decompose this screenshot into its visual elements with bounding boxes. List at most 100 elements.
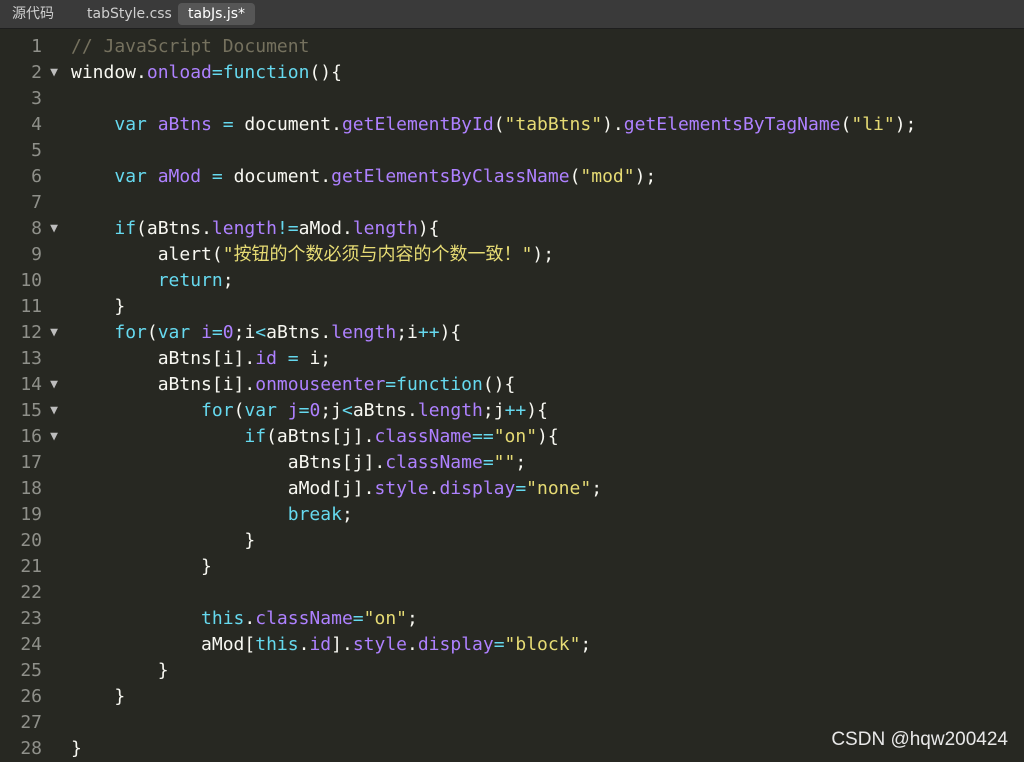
code-token-plain (71, 218, 114, 239)
code-token-keyword: for (201, 400, 234, 421)
code-line[interactable]: 25 } (0, 658, 1024, 684)
code-line[interactable]: 6 var aMod = document.getElementsByClass… (0, 164, 1024, 190)
code-line[interactable]: 14▼ aBtns[i].onmouseenter=function(){ (0, 372, 1024, 398)
line-number: 23 (0, 606, 42, 632)
code-token-keyword: var (158, 322, 191, 343)
code-token-plain: ; (591, 478, 602, 499)
code-text: } (71, 294, 125, 320)
code-token-string: " (223, 244, 234, 265)
code-line[interactable]: 3 (0, 86, 1024, 112)
code-text: window.onload=function(){ (71, 60, 342, 86)
code-text: break; (71, 502, 353, 528)
line-number: 8 (0, 216, 42, 242)
code-text: var aMod = document.getElementsByClassNa… (71, 164, 656, 190)
line-number: 24 (0, 632, 42, 658)
code-text: if(aBtns.length!=aMod.length){ (71, 216, 440, 242)
code-token-keyword: < (255, 322, 266, 343)
tab-source-code[interactable]: 源代码 (2, 3, 64, 25)
line-number: 11 (0, 294, 42, 320)
code-line[interactable]: 20 } (0, 528, 1024, 554)
code-line[interactable]: 22 (0, 580, 1024, 606)
code-token-plain: ){ (537, 426, 559, 447)
code-token-string: "on" (494, 426, 537, 447)
code-token-keyword: var (114, 166, 147, 187)
code-text: alert("按钮的个数必须与内容的个数一致！"); (71, 242, 554, 268)
code-line[interactable]: 10 return; (0, 268, 1024, 294)
code-token-plain: } (71, 686, 125, 707)
line-number: 7 (0, 190, 42, 216)
code-line[interactable]: 18 aMod[j].style.display="none"; (0, 476, 1024, 502)
code-token-plain: ); (635, 166, 657, 187)
code-token-plain: } (71, 556, 212, 577)
code-token-property: className (374, 426, 472, 447)
code-line[interactable]: 17 aBtns[j].className=""; (0, 450, 1024, 476)
triangle-down-icon[interactable]: ▼ (47, 398, 61, 424)
code-token-plain: ;i (234, 322, 256, 343)
tab-tabjs-js[interactable]: tabJs.js* (178, 3, 255, 25)
code-token-keyword: var (244, 400, 277, 421)
code-token-string: "li" (851, 114, 894, 135)
code-line[interactable]: 8▼ if(aBtns.length!=aMod.length){ (0, 216, 1024, 242)
code-line[interactable]: 7 (0, 190, 1024, 216)
code-line[interactable]: 4 var aBtns = document.getElementById("t… (0, 112, 1024, 138)
line-number: 5 (0, 138, 42, 164)
line-number: 9 (0, 242, 42, 268)
code-token-plain: . (244, 608, 255, 629)
line-number: 10 (0, 268, 42, 294)
code-text: aBtns[j].className=""; (71, 450, 526, 476)
code-line[interactable]: 16▼ if(aBtns[j].className=="on"){ (0, 424, 1024, 450)
code-token-plain: ); (895, 114, 917, 135)
triangle-down-icon[interactable]: ▼ (47, 320, 61, 346)
code-text: aMod[j].style.display="none"; (71, 476, 602, 502)
code-editor[interactable]: 1// JavaScript Document2▼window.onload=f… (0, 34, 1024, 761)
code-token-property: id (255, 348, 277, 369)
code-token-plain: ( (234, 400, 245, 421)
code-line[interactable]: 26 } (0, 684, 1024, 710)
code-token-plain: i; (299, 348, 332, 369)
code-token-plain: ( (841, 114, 852, 135)
code-token-plain: aBtns[j]. (71, 452, 385, 473)
code-token-keyword: = (212, 322, 223, 343)
code-token-keyword: = (212, 166, 223, 187)
code-line[interactable]: 1// JavaScript Document (0, 34, 1024, 60)
triangle-down-icon[interactable]: ▼ (47, 372, 61, 398)
code-token-number: 0 (223, 322, 234, 343)
code-text: } (71, 554, 212, 580)
tab-bar: 源代码 tabStyle.css tabJs.js* (0, 0, 1024, 29)
line-number: 12 (0, 320, 42, 346)
code-token-plain (190, 322, 201, 343)
code-line[interactable]: 21 } (0, 554, 1024, 580)
code-token-plain: aMod. (299, 218, 353, 239)
code-token-string: "mod" (580, 166, 634, 187)
code-line[interactable]: 15▼ for(var j=0;j<aBtns.length;j++){ (0, 398, 1024, 424)
code-line[interactable]: 13 aBtns[i].id = i; (0, 346, 1024, 372)
code-token-string: " (522, 244, 533, 265)
code-token-plain: . (429, 478, 440, 499)
code-line[interactable]: 23 this.className="on"; (0, 606, 1024, 632)
triangle-down-icon[interactable]: ▼ (47, 424, 61, 450)
line-number: 16 (0, 424, 42, 450)
code-line[interactable]: 11 } (0, 294, 1024, 320)
code-token-plain (147, 114, 158, 135)
code-line[interactable]: 24 aMod[this.id].style.display="block"; (0, 632, 1024, 658)
code-line[interactable]: 5 (0, 138, 1024, 164)
code-token-keyword: break (288, 504, 342, 525)
code-text: this.className="on"; (71, 606, 418, 632)
code-token-plain: ( (570, 166, 581, 187)
code-line[interactable]: 2▼window.onload=function(){ (0, 60, 1024, 86)
code-line[interactable]: 19 break; (0, 502, 1024, 528)
code-token-keyword: var (114, 114, 147, 135)
tab-tabstyle-css[interactable]: tabStyle.css (77, 3, 182, 25)
line-number: 17 (0, 450, 42, 476)
triangle-down-icon[interactable]: ▼ (47, 216, 61, 242)
triangle-down-icon[interactable]: ▼ (47, 60, 61, 86)
code-line[interactable]: 12▼ for(var i=0;i<aBtns.length;i++){ (0, 320, 1024, 346)
code-token-plain: ; (515, 452, 526, 473)
code-line[interactable]: 9 alert("按钮的个数必须与内容的个数一致！"); (0, 242, 1024, 268)
code-token-plain: alert( (71, 244, 223, 265)
code-token-keyword: for (114, 322, 147, 343)
code-token-plain: . (299, 634, 310, 655)
line-number: 3 (0, 86, 42, 112)
line-number: 27 (0, 710, 42, 736)
code-token-keyword: if (114, 218, 136, 239)
